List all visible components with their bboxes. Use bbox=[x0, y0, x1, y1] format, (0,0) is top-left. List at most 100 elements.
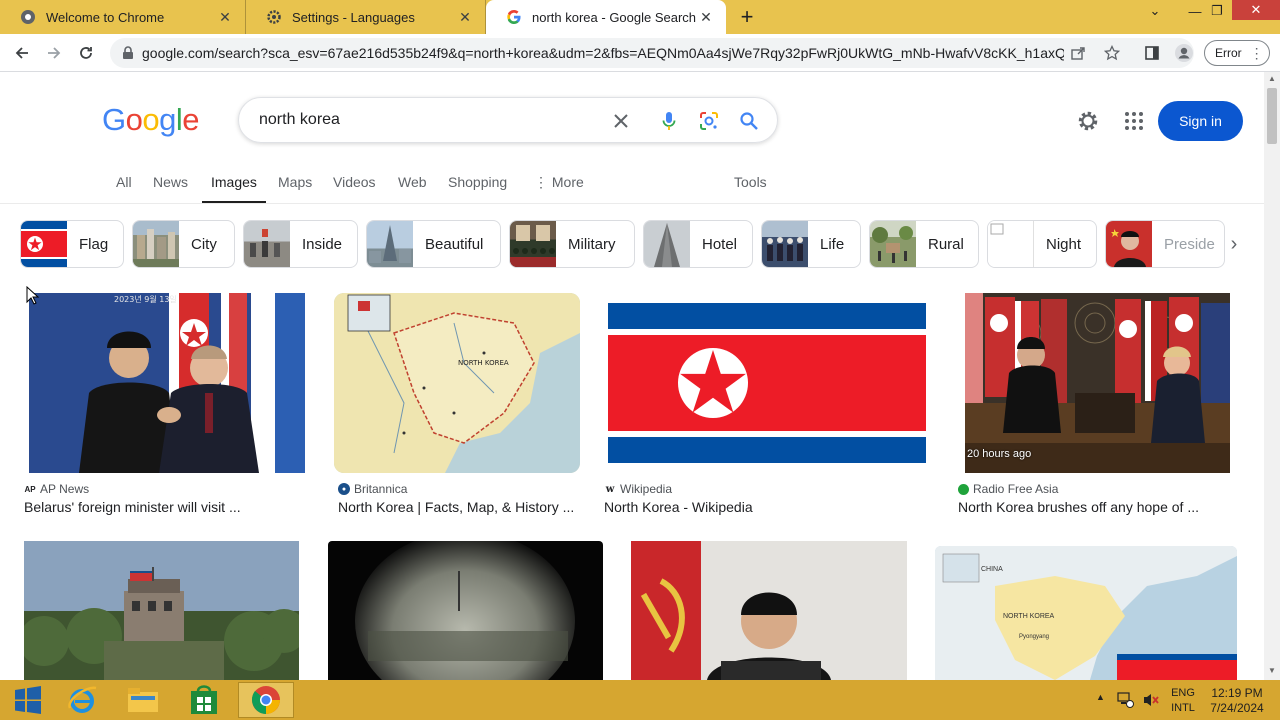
chip-label: City bbox=[191, 235, 217, 253]
language-indicator[interactable]: ENG INTL bbox=[1166, 686, 1200, 716]
result-image-map[interactable]: CHINA NORTH KOREA Pyongyang bbox=[935, 546, 1237, 680]
close-tab-icon[interactable]: ✕ bbox=[696, 7, 716, 27]
tab-search-chevron-icon[interactable]: ⌄ bbox=[1140, 0, 1170, 22]
apps-grid-icon[interactable] bbox=[1124, 111, 1144, 131]
britannica-icon: ● bbox=[338, 483, 350, 495]
result-image-rfa[interactable]: 20 hours ago bbox=[965, 293, 1230, 473]
internet-explorer-icon[interactable] bbox=[54, 682, 110, 718]
tab-google-search[interactable]: north korea - Google Search ✕ bbox=[486, 0, 726, 34]
map-label-north-korea: NORTH KOREA bbox=[1003, 613, 1055, 620]
sign-in-button[interactable]: Sign in bbox=[1158, 101, 1243, 141]
result-image-guardpost[interactable] bbox=[24, 541, 299, 680]
tab-images[interactable]: Images bbox=[202, 174, 266, 204]
tab-more[interactable]: ⋮ More bbox=[534, 174, 584, 204]
error-label: Error bbox=[1215, 46, 1242, 60]
chip-thumbnail bbox=[762, 221, 808, 267]
chip-hotel[interactable]: Hotel bbox=[643, 220, 753, 268]
google-logo[interactable]: Google bbox=[102, 102, 200, 138]
logo-letter: e bbox=[182, 102, 200, 137]
chip-inside[interactable]: Inside bbox=[243, 220, 358, 268]
tab-welcome[interactable]: Welcome to Chrome ✕ bbox=[0, 0, 246, 34]
settings-gear-icon[interactable] bbox=[1076, 109, 1100, 133]
error-menu-button[interactable]: Error ⋮ bbox=[1204, 40, 1270, 66]
store-icon[interactable] bbox=[176, 682, 232, 718]
search-box[interactable]: north korea bbox=[238, 97, 778, 143]
tab-web[interactable]: Web bbox=[398, 174, 427, 204]
share-icon[interactable] bbox=[1070, 45, 1086, 61]
new-tab-button[interactable]: + bbox=[734, 4, 760, 29]
scroll-up-icon[interactable]: ▲ bbox=[1266, 74, 1278, 84]
side-panel-icon[interactable] bbox=[1144, 45, 1160, 61]
map-label-pyongyang: Pyongyang bbox=[1019, 634, 1050, 640]
lens-camera-icon[interactable] bbox=[695, 107, 723, 135]
chrome-taskbar-icon[interactable] bbox=[238, 682, 294, 718]
result-source[interactable]: ● Britannica bbox=[338, 482, 407, 496]
chip-rural[interactable]: Rural bbox=[869, 220, 979, 268]
clear-search-icon[interactable] bbox=[607, 107, 635, 135]
chip-thumbnail bbox=[644, 221, 690, 267]
result-caption[interactable]: North Korea - Wikipedia bbox=[604, 499, 753, 515]
tab-shopping[interactable]: Shopping bbox=[448, 174, 507, 204]
microphone-icon[interactable] bbox=[655, 107, 683, 135]
result-caption[interactable]: Belarus' foreign minister will visit ... bbox=[24, 499, 241, 515]
close-tab-icon[interactable]: ✕ bbox=[215, 7, 235, 27]
tab-maps[interactable]: Maps bbox=[278, 174, 312, 204]
result-caption[interactable]: North Korea brushes off any hope of ... bbox=[958, 499, 1199, 515]
chip-flag[interactable]: Flag bbox=[20, 220, 124, 268]
chip-thumbnail bbox=[510, 221, 556, 267]
chip-thumbnail bbox=[870, 221, 916, 267]
clock[interactable]: 12:19 PM 7/24/2024 bbox=[1204, 686, 1270, 716]
windows-start-icon[interactable] bbox=[0, 682, 56, 718]
volume-muted-icon[interactable] bbox=[1142, 692, 1160, 708]
bookmark-star-icon[interactable] bbox=[1104, 45, 1120, 61]
chip-night[interactable]: Night bbox=[987, 220, 1097, 268]
window-close-button[interactable]: ✕ bbox=[1232, 0, 1280, 20]
tab-videos[interactable]: Videos bbox=[333, 174, 376, 204]
maximize-icon[interactable]: ❐ bbox=[1202, 0, 1232, 22]
profile-icon[interactable] bbox=[1174, 43, 1194, 63]
lang-line: INTL bbox=[1171, 702, 1195, 714]
result-image-britannica[interactable]: NORTH KOREA bbox=[334, 293, 580, 473]
reload-icon[interactable] bbox=[72, 39, 100, 67]
chip-label: Rural bbox=[928, 235, 964, 253]
tray-chevron-icon[interactable]: ▲ bbox=[1096, 692, 1105, 702]
chip-life[interactable]: Life bbox=[761, 220, 861, 268]
chip-beautiful[interactable]: Beautiful bbox=[366, 220, 501, 268]
result-image-binoculars[interactable] bbox=[328, 541, 603, 680]
search-input[interactable]: north korea bbox=[259, 111, 340, 129]
network-icon[interactable] bbox=[1116, 690, 1134, 708]
result-caption[interactable]: North Korea | Facts, Map, & History ... bbox=[338, 499, 574, 515]
scrollbar-thumb[interactable] bbox=[1267, 88, 1277, 144]
result-image-apnews[interactable]: 2023년 9월 13일 bbox=[29, 293, 305, 473]
tab-news[interactable]: News bbox=[153, 174, 188, 204]
logo-letter: G bbox=[102, 102, 126, 137]
svg-text:2023년 9월 13일: 2023년 9월 13일 bbox=[114, 294, 177, 304]
result-source[interactable]: Radio Free Asia bbox=[958, 482, 1058, 496]
file-explorer-icon[interactable] bbox=[115, 682, 171, 718]
result-source[interactable]: AP AP News bbox=[24, 482, 89, 496]
result-source[interactable]: w Wikipedia bbox=[604, 482, 672, 496]
tab-all[interactable]: All bbox=[116, 174, 132, 204]
result-image-wikipedia[interactable] bbox=[608, 303, 926, 463]
google-g-icon bbox=[507, 10, 521, 24]
close-tab-icon[interactable]: ✕ bbox=[455, 7, 475, 27]
time-badge: 20 hours ago bbox=[967, 448, 1032, 460]
chip-label: Flag bbox=[79, 235, 109, 253]
lock-icon[interactable] bbox=[122, 46, 134, 60]
chip-president[interactable]: Preside bbox=[1105, 220, 1225, 268]
page-scrollbar[interactable] bbox=[1264, 72, 1280, 680]
chip-military[interactable]: Military bbox=[509, 220, 635, 268]
lang-line: ENG bbox=[1171, 687, 1195, 699]
clock-date: 7/24/2024 bbox=[1210, 701, 1264, 715]
search-icon[interactable] bbox=[735, 107, 763, 135]
scroll-down-icon[interactable]: ▼ bbox=[1266, 666, 1278, 676]
chips-next-icon[interactable]: › bbox=[1226, 230, 1242, 258]
tab-settings-languages[interactable]: Settings - Languages ✕ bbox=[246, 0, 486, 34]
result-image-kim[interactable] bbox=[631, 541, 907, 680]
forward-icon[interactable] bbox=[40, 39, 68, 67]
tools-button[interactable]: Tools bbox=[734, 174, 767, 204]
gear-icon bbox=[267, 10, 281, 24]
chip-city[interactable]: City bbox=[132, 220, 235, 268]
back-icon[interactable] bbox=[8, 39, 36, 67]
address-bar[interactable]: google.com/search?sca_esv=67ae216d535b24… bbox=[110, 38, 1194, 68]
